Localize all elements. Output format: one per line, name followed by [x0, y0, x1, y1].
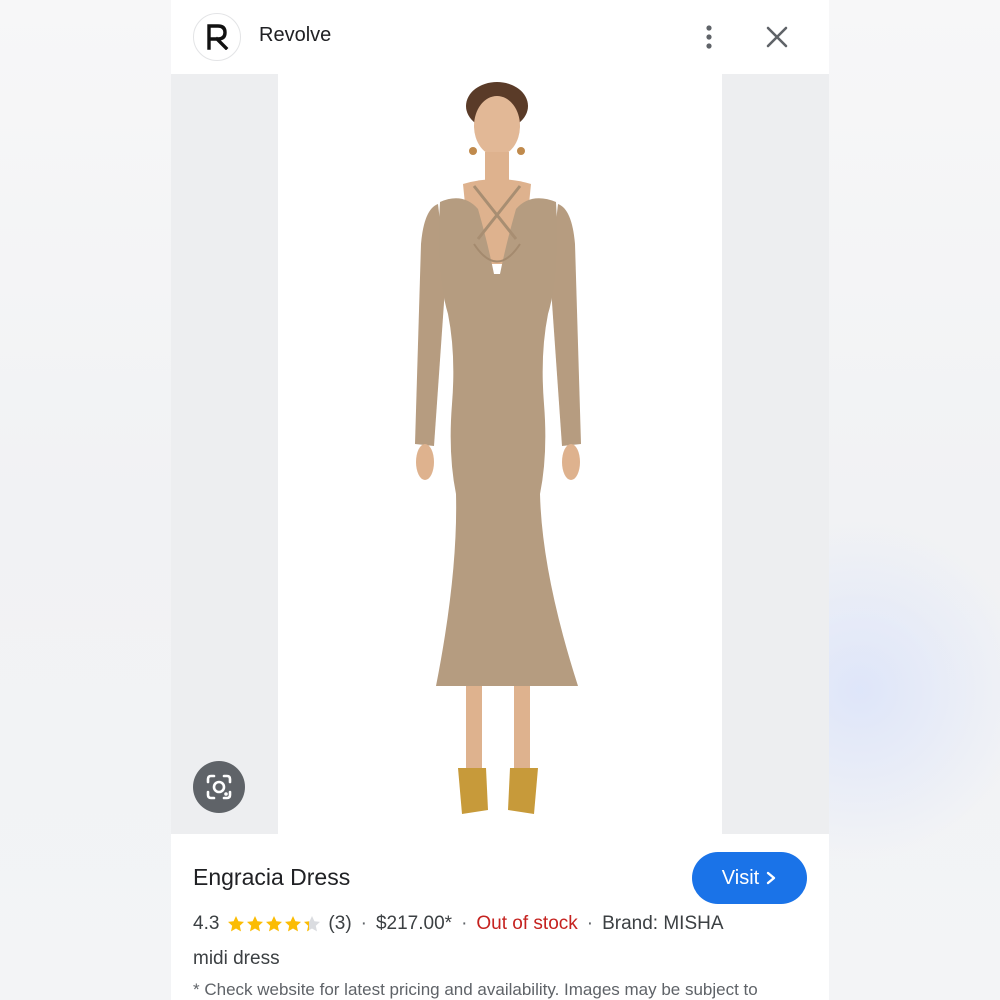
- visit-label: Visit: [721, 866, 760, 889]
- dress-illustration: [415, 82, 581, 814]
- pricing-disclaimer: * Check website for latest pricing and a…: [193, 980, 758, 999]
- rating-value: 4.3: [193, 913, 220, 934]
- product-title: Engracia Dress: [193, 864, 351, 890]
- google-lens-icon: [206, 774, 232, 800]
- product-meta: 4.3 (3) · $217.00* · Out of stock · Bran…: [193, 913, 724, 935]
- site-name[interactable]: Revolve: [259, 24, 331, 47]
- star-icon: [304, 916, 321, 932]
- panel-header: Revolve: [171, 0, 829, 74]
- visit-button[interactable]: Visit: [692, 852, 807, 904]
- star-icon: [285, 916, 302, 932]
- product-info: Engracia Dress Visit 4.3 (3) · $217.00* …: [171, 834, 829, 1000]
- star-icon: [266, 916, 283, 932]
- price: $217.00*: [375, 913, 453, 934]
- separator: ·: [461, 913, 468, 934]
- image-result-panel: Revolve Engracia Dress Visit 4.3 (3) · $…: [171, 0, 829, 1000]
- star-icon: [247, 916, 264, 932]
- review-count[interactable]: (3): [328, 913, 351, 935]
- star-icon: [228, 916, 245, 932]
- chevron-right-icon: [767, 871, 776, 885]
- product-image-area: [171, 74, 829, 834]
- google-lens-button[interactable]: [193, 761, 245, 813]
- separator: ·: [586, 913, 594, 934]
- revolve-logo-icon: [207, 24, 229, 50]
- brand: Brand: MISHA: [602, 913, 724, 934]
- more-vert-icon[interactable]: [698, 22, 720, 52]
- availability-status: Out of stock: [476, 913, 578, 934]
- site-logo[interactable]: [193, 13, 241, 61]
- product-image[interactable]: [278, 74, 722, 834]
- close-icon[interactable]: [763, 23, 791, 51]
- separator: ·: [360, 913, 367, 934]
- rating-stars: [227, 915, 322, 933]
- product-category: midi dress: [193, 948, 280, 969]
